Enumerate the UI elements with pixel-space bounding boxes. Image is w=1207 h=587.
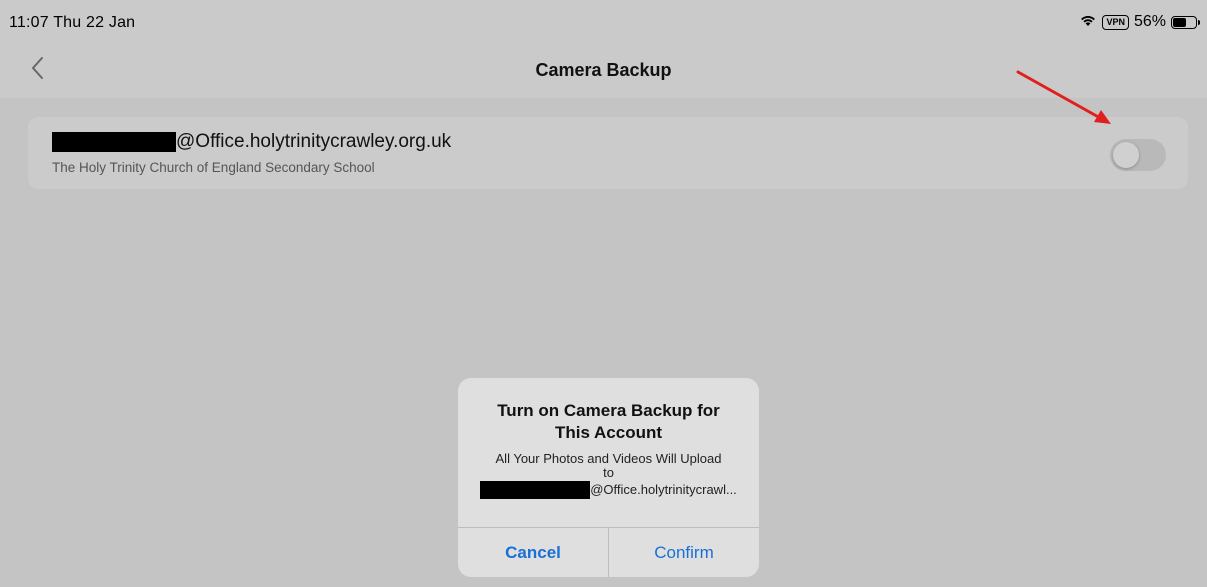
camera-backup-toggle[interactable] [1110, 139, 1166, 171]
account-email-domain: @Office.holytrinitycrawley.org.uk [176, 131, 452, 152]
wifi-icon [1079, 13, 1097, 32]
redacted-block [52, 132, 176, 152]
status-bar: 11:07 Thu 22 Jan VPN 56% [0, 0, 1207, 44]
vpn-badge: VPN [1102, 14, 1129, 30]
account-email: @Office.holytrinitycrawley.org.uk [52, 131, 451, 153]
alert-message-line: All Your Photos and Videos Will Upload [495, 451, 722, 466]
alert-email-domain: @Office.holytrinitycrawl... [590, 482, 737, 497]
alert-dialog: Turn on Camera Backup for This Account A… [458, 378, 759, 577]
annotation-arrow-icon [1016, 70, 1111, 124]
alert-title: Turn on Camera Backup for This Account [497, 401, 720, 442]
battery-icon [1171, 15, 1200, 29]
cancel-button[interactable]: Cancel [458, 528, 608, 577]
status-time: 11:07 Thu 22 Jan [9, 14, 136, 31]
alert-message: All Your Photos and Videos Will Upload t… [458, 452, 759, 499]
confirm-button[interactable]: Confirm [609, 528, 759, 577]
account-organization: The Holy Trinity Church of England Secon… [52, 160, 375, 175]
toggle-knob [1113, 142, 1139, 168]
battery-percent: 56% [1133, 13, 1166, 30]
redacted-block [480, 481, 591, 499]
status-indicators: VPN 56% [1079, 12, 1200, 32]
alert-message-line: to [603, 465, 614, 480]
alert-message-email: @Office.holytrinitycrawl... [458, 481, 759, 499]
